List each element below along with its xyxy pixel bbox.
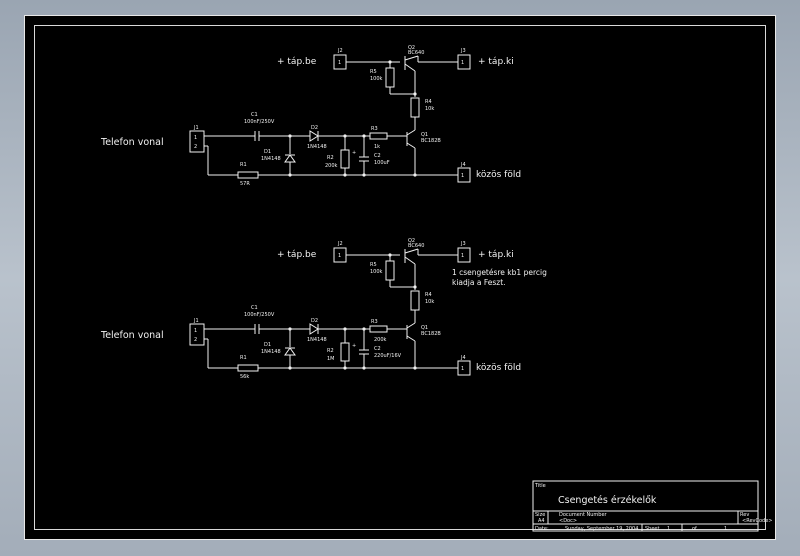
c2-ref: C2: [374, 153, 381, 159]
j3-pin: 1: [461, 60, 464, 66]
sheet-number: 1: [667, 526, 670, 532]
j1-pin1: 1: [194, 328, 197, 334]
j2-pin: 1: [338, 253, 341, 259]
c2-value: 100uF: [374, 160, 390, 166]
r2-ref: R2: [327, 155, 334, 161]
q2-value: BC640: [408, 50, 424, 56]
j1-ref: J1: [193, 125, 199, 131]
supply-in-label: + táp.be: [277, 57, 317, 67]
r2-ref: R2: [327, 348, 334, 354]
r1-ref: R1: [240, 355, 247, 361]
r5-value: 100k: [370, 76, 383, 82]
c2-plus: +: [352, 150, 356, 156]
j1-pin2: 2: [194, 144, 197, 150]
d2-value: 1N4148: [307, 144, 327, 150]
r5-ref: R5: [370, 262, 377, 268]
supply-out-label: + táp.ki: [478, 57, 514, 67]
title-block: Title Csengetés érzékelők Size A4 Docume…: [532, 480, 772, 532]
title-caption: Title: [534, 483, 546, 489]
line-label: Telefon vonal: [100, 137, 164, 148]
r2-value: 200k: [325, 163, 338, 169]
r5-value: 100k: [370, 269, 383, 275]
c2-plus: +: [352, 343, 356, 349]
d2-value: 1N4148: [307, 337, 327, 343]
note-line-1: 1 csengetésre kb1 percig: [452, 268, 547, 277]
j4-ref: J4: [460, 162, 466, 168]
j2-pin: 1: [338, 60, 341, 66]
j4-ref: J4: [460, 355, 466, 361]
r1-value: 56k: [240, 374, 249, 380]
schematic-canvas: + táp.be + táp.ki Telefon vonal közös fö…: [100, 45, 772, 532]
j1-pin1: 1: [194, 135, 197, 141]
c1-value: 100nF/250V: [244, 312, 275, 318]
date-caption: Date:: [535, 526, 549, 532]
j3-pin: 1: [461, 253, 464, 259]
r4-value: 10k: [425, 299, 434, 305]
r1-value: 57R: [240, 181, 250, 187]
d1-value: 1N4148: [261, 349, 281, 355]
note-line-2: kiadja a Feszt.: [452, 278, 506, 287]
size-value: A4: [538, 518, 545, 524]
d2-ref: D2: [311, 125, 318, 131]
date-value: Sunday, September 19, 2004: [565, 526, 638, 532]
c1-ref: C1: [251, 305, 258, 311]
r4-ref: R4: [425, 99, 432, 105]
r3-value: 200k: [374, 337, 387, 343]
j4-pin: 1: [461, 173, 464, 179]
d2-ref: D2: [311, 318, 318, 324]
j1-ref: J1: [193, 318, 199, 324]
j4-pin: 1: [461, 366, 464, 372]
q1-value: BC182B: [421, 138, 441, 144]
ground-label: közös föld: [476, 363, 521, 373]
circuit-2: + táp.be + táp.ki 1 csengetésre kb1 perc…: [100, 238, 547, 380]
r2-value: 1M: [327, 356, 335, 362]
j1-pin2: 2: [194, 337, 197, 343]
r4-value: 10k: [425, 106, 434, 112]
supply-in-label: + táp.be: [277, 250, 317, 260]
j3-ref: J3: [460, 48, 466, 54]
ground-label: közös föld: [476, 170, 521, 180]
supply-out-label: + táp.ki: [478, 250, 514, 260]
sheet-caption: Sheet: [645, 526, 659, 532]
q1-value: BC182B: [421, 331, 441, 337]
d1-ref: D1: [264, 342, 271, 348]
r3-ref: R3: [371, 126, 378, 132]
r3-value: 1k: [374, 144, 380, 150]
r4-ref: R4: [425, 292, 432, 298]
c1-ref: C1: [251, 112, 258, 118]
j2-ref: J2: [337, 241, 343, 247]
d1-ref: D1: [264, 149, 271, 155]
c1-value: 100nF/250V: [244, 119, 275, 125]
drawing-title: Csengetés érzékelők: [558, 495, 657, 506]
circuit-1: + táp.be + táp.ki Telefon vonal közös fö…: [100, 45, 521, 187]
j3-ref: J3: [460, 241, 466, 247]
sheet-total: 1: [724, 526, 727, 532]
r1-ref: R1: [240, 162, 247, 168]
c2-ref: C2: [374, 346, 381, 352]
j2-ref: J2: [337, 48, 343, 54]
r5-ref: R5: [370, 69, 377, 75]
r3-ref: R3: [371, 319, 378, 325]
q2-value: BC640: [408, 243, 424, 249]
c2-value: 220uF/16V: [374, 353, 402, 359]
d1-value: 1N4148: [261, 156, 281, 162]
rev-value: <RevCode>: [742, 518, 772, 524]
document-number-value: <Doc>: [559, 518, 577, 524]
of-caption: of: [692, 526, 697, 532]
line-label: Telefon vonal: [100, 330, 164, 341]
